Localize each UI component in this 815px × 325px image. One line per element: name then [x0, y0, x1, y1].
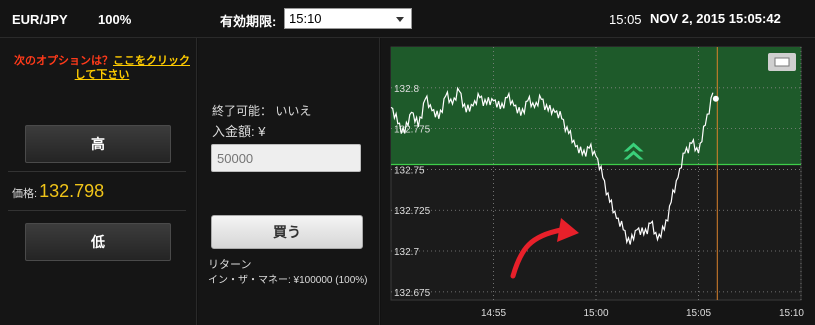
current-price-dot [712, 95, 719, 102]
next-option-text: 次のオプションは？ [14, 55, 113, 67]
return-label: リターン [208, 259, 252, 271]
current-time: 15:05 [609, 12, 642, 27]
expiry-select-value: 15:10 [289, 11, 322, 26]
divider [8, 171, 186, 172]
price-chart: 132.8 132.775 132.75 132.725 132.7 132.675 14:… [381, 38, 815, 325]
server-datetime: NOV 2, 2015 15:05:42 [650, 11, 781, 26]
return-value: イン・ザ・マネー: ¥100000 (100%) [208, 275, 368, 286]
currency-pair: EUR/JPY [12, 12, 68, 27]
expiry-label: 有効期限: [220, 14, 277, 29]
top-bar: EUR/JPY 100% 有効期限: 15:10 15:05 NOV 2, 20… [0, 0, 815, 38]
y-tick-label: 132.8 [394, 84, 419, 95]
amount-input[interactable] [211, 144, 361, 172]
x-tick-label: 14:55 [481, 308, 506, 319]
trade-direction-panel: 次のオプションは？ここをクリックして下さい 高 価格: 132.798 低 [0, 38, 197, 325]
x-tick-label: 15:10 [779, 308, 804, 319]
amount-label: 入金額: ¥ [212, 124, 266, 139]
divider [8, 210, 186, 211]
y-tick-label: 132.725 [394, 206, 431, 217]
high-button[interactable]: 高 [25, 125, 171, 163]
payout-rate: 100% [98, 12, 132, 27]
chevron-down-icon [396, 17, 404, 22]
y-tick-label: 132.75 [394, 165, 425, 176]
expiry-select[interactable]: 15:10 [284, 8, 412, 29]
order-panel: 終了可能： いいえ 入金額: ¥ 買う リターン イン・ザ・マネー: ¥1000… [198, 38, 380, 325]
x-tick-label: 15:00 [583, 308, 608, 319]
y-tick-label: 132.7 [394, 247, 419, 258]
price-row: 価格: 132.798 [12, 181, 104, 202]
closable-status: 終了可能： いいえ [212, 104, 312, 118]
price-value: 132.798 [39, 181, 105, 201]
next-option-notice: 次のオプションは？ここをクリックして下さい [12, 54, 192, 82]
x-tick-label: 15:05 [686, 308, 711, 319]
price-label: 価格: [12, 188, 38, 200]
y-tick-label: 132.675 [394, 288, 431, 299]
buy-button[interactable]: 買う [211, 215, 363, 249]
low-button[interactable]: 低 [25, 223, 171, 261]
screen-toggle-icon [774, 57, 790, 67]
price-chart-svg: 132.8132.775132.75132.725132.7132.67514:… [390, 46, 804, 319]
